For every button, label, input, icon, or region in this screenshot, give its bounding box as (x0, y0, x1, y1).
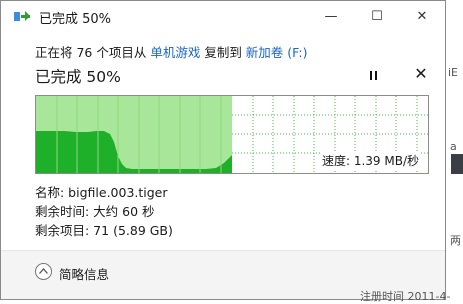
title-bar[interactable]: 已完成 50% — ☐ ✕ (1, 1, 445, 32)
copy-description: 正在将 76 个项目从 单机游戏 复制到 新加卷 (F:) (35, 42, 307, 61)
minimize-button[interactable]: — (308, 1, 354, 32)
copy-icon (14, 10, 30, 22)
background-window-edge: iE a 两 (446, 0, 463, 302)
close-icon: ✕ (414, 64, 428, 83)
chevron-up-icon (39, 268, 48, 274)
maximize-button[interactable]: ☐ (354, 1, 400, 32)
bg-fragment: iE (448, 66, 459, 79)
bg-dark-bar (451, 154, 463, 174)
collapse-details-label[interactable]: 简略信息 (59, 264, 109, 283)
bg-fragment: 两 (450, 234, 461, 247)
copy-prefix: 正在将 76 个项目从 (35, 45, 151, 60)
transfer-speed-graph: 速度: 1.39 MB/秒 (35, 95, 429, 174)
speed-label: 速度: 1.39 MB/秒 (320, 152, 420, 169)
copy-middle: 复制到 (200, 45, 246, 60)
window-title: 已完成 50% (39, 12, 112, 27)
time-remaining: 剩余时间: 大约 60 秒 (35, 204, 155, 219)
collapse-details-button[interactable] (35, 263, 52, 280)
file-name: 名称: bigfile.003.tiger (35, 185, 168, 200)
progress-headline: 已完成 50% (35, 68, 121, 86)
destination-link[interactable]: 新加卷 (F:) (246, 45, 308, 60)
items-remaining: 剩余项目: 71 (5.89 GB) (35, 223, 173, 238)
bg-fragment: a (450, 140, 457, 153)
copy-progress-dialog: 已完成 50% — ☐ ✕ 正在将 76 个项目从 单机游戏 复制到 新加卷 (… (0, 0, 446, 300)
source-link[interactable]: 单机游戏 (150, 45, 200, 60)
cancel-button[interactable]: ✕ (411, 64, 431, 84)
transfer-details: 名称: bigfile.003.tiger 剩余时间: 大约 60 秒 剩余项目… (35, 183, 173, 240)
close-button[interactable]: ✕ (399, 1, 445, 32)
pause-button[interactable] (364, 67, 384, 85)
